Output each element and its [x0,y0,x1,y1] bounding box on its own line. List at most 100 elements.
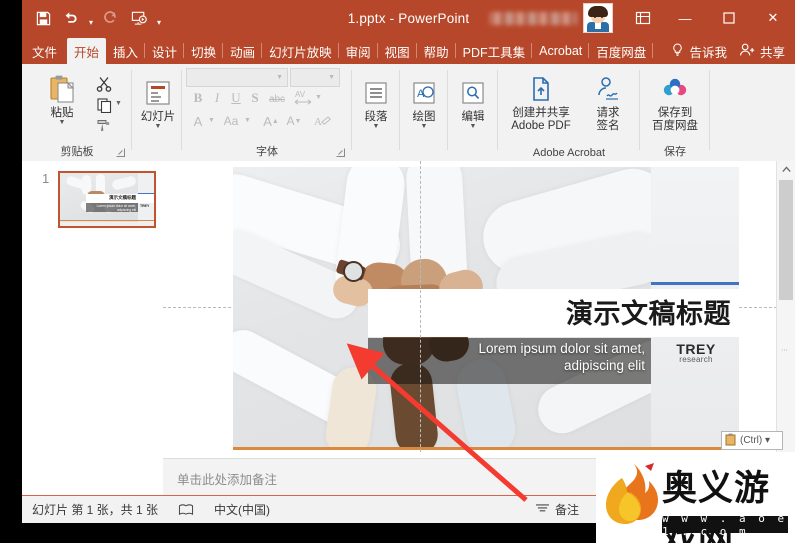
clear-formatting-button[interactable]: A [312,112,332,130]
new-slide-dropdown-icon[interactable]: ▼ [155,123,162,130]
character-spacing-button[interactable]: AV [292,88,314,106]
drawing-icon: A [407,76,441,110]
paragraph-dropdown-icon[interactable]: ▼ [373,123,380,130]
paragraph-button[interactable]: 段落 ▼ [356,76,396,130]
undo-icon[interactable] [58,6,84,30]
slide-editing-pane[interactable]: 演示文稿标题 Lorem ipsum dolor sit amet, adipi… [163,161,777,496]
text-shadow-button[interactable]: S [247,90,263,106]
maximize-button[interactable] [707,0,751,36]
create-pdf-icon [524,72,558,106]
paragraph-icon [359,76,393,110]
work-area: 1 演示文稿标题 Lorem ipsum dolor sit amet, adi… [22,161,795,496]
tell-me-box[interactable]: 告诉我 [663,38,735,64]
tab-2[interactable]: 插入 [106,38,146,64]
slideshow-icon[interactable] [126,6,152,30]
request-signature-button[interactable]: 请求 签名 [582,72,634,132]
new-slide-label: 幻灯片 [140,111,176,123]
thumbnail-number: 1 [42,171,50,186]
font-size-box[interactable]: ▼ [290,68,340,87]
editing-dropdown-icon[interactable]: ▼ [470,123,477,130]
ribbon: 粘贴 ▼ ▼ 剪贴板 幻灯片 ▼ ▼ ▼ B I U S abc AV ▼ A … [22,64,795,220]
font-name-box[interactable]: ▼ [186,68,288,87]
save-to-baidu-button[interactable]: 保存到 百度网盘 [646,72,704,132]
clipboard-dialog-launcher[interactable] [116,148,126,158]
new-slide-button[interactable]: 幻灯片 ▼ [136,76,180,130]
strikethrough-button[interactable]: abc [266,91,288,107]
undo-dropdown-icon[interactable]: ▾ [86,3,96,33]
slide-thumbnail-pane[interactable]: 1 演示文稿标题 Lorem ipsum dolor sit amet, adi… [22,161,164,495]
tab-11[interactable]: Acrobat [532,38,590,64]
close-button[interactable]: ✕ [751,0,795,36]
bold-button[interactable]: B [190,90,206,106]
customize-qat-icon[interactable]: ▾ [154,3,164,33]
notes-label: 备注 [554,503,579,517]
decrease-font-size-button[interactable]: A ▼ [285,112,303,130]
copy-dropdown-icon[interactable]: ▼ [115,100,122,107]
font-color-button[interactable]: A [190,112,206,130]
tab-0[interactable]: 文件 [22,38,67,64]
paste-button[interactable]: 粘贴 ▼ [34,72,90,126]
language-indicator[interactable]: 中文(中国) [204,496,280,523]
format-painter-icon[interactable] [94,116,114,134]
tab-4[interactable]: 切换 [184,38,224,64]
watermark-url: w w w . a o e 1 . c o m [662,511,788,538]
create-share-pdf-button[interactable]: 创建并共享 Adobe PDF [504,72,578,132]
title-bar-right: — ✕ [489,0,795,36]
avatar[interactable] [583,3,613,33]
current-slide[interactable]: 演示文稿标题 Lorem ipsum dolor sit amet, adipi… [233,167,739,452]
vertical-guide [420,161,421,452]
change-case-button[interactable]: Aa [220,112,242,130]
search-icon [456,76,490,110]
editing-button[interactable]: 编辑 ▼ [452,76,494,130]
slide-subtitle[interactable]: Lorem ipsum dolor sit amet, adipiscing e… [368,340,651,374]
slide-title[interactable]: 演示文稿标题 [566,292,731,331]
create-share-pdf-label-1: 创建并共享 [512,107,570,119]
scroll-up-icon[interactable] [777,161,795,178]
request-signature-icon [591,72,625,106]
slide-thumbnail-1[interactable]: 演示文稿标题 Lorem ipsum dolor sit amet, adipi… [58,171,156,228]
blue-accent-line [651,282,739,285]
save-icon[interactable] [30,6,56,30]
scrollbar-thumb[interactable] [779,180,793,300]
drawing-dropdown-icon[interactable]: ▼ [421,123,428,130]
flame-logo-icon [606,463,658,524]
ribbon-tabs: 文件 开始 插入 设计 切换 动画 幻灯片放映 审阅 视图 帮助 PDF工具集 Acrobat 百度网盘… [22,36,795,64]
font-group-label: 字体 [256,146,278,158]
font-color-dropdown-icon[interactable]: ▼ [208,117,215,124]
tell-me-label: 告诉我 [689,45,727,60]
notes-icon [535,502,550,517]
tab-label: PDF工具集 [462,45,526,60]
copy-icon[interactable] [94,96,114,114]
redo-icon[interactable] [98,6,124,30]
tab-3[interactable]: 设计 [145,38,185,64]
tab-10[interactable]: PDF工具集 [456,38,533,64]
character-spacing-dropdown-icon[interactable]: ▼ [315,94,322,101]
underline-button[interactable]: U [228,90,244,106]
create-share-pdf-label-2: Adobe PDF [511,120,571,132]
slide-count[interactable]: 幻灯片 第 1 张，共 1 张 [22,496,168,523]
minimize-button[interactable]: — [663,0,707,36]
font-dialog-launcher[interactable] [336,148,346,158]
tab-1[interactable]: 开始 [67,38,107,64]
accessibility-icon[interactable] [168,496,204,523]
paste-options-button[interactable]: (Ctrl) ▾ [721,431,783,450]
ribbon-group-drawing: A 绘图 ▼ [400,64,448,161]
ribbon-display-options-icon[interactable] [623,0,663,36]
tab-6[interactable]: 幻灯片放映 [262,38,339,64]
paste-dropdown-icon[interactable]: ▼ [59,119,66,126]
cut-icon[interactable] [94,74,114,94]
share-button[interactable]: 共享 [735,38,795,64]
tab-9[interactable]: 帮助 [417,38,456,64]
tab-5[interactable]: 动画 [223,38,263,64]
change-case-dropdown-icon[interactable]: ▼ [244,117,251,124]
notes-toggle[interactable]: 备注 [525,496,589,523]
tab-7[interactable]: 审阅 [339,38,378,64]
chevron-down-icon: ▼ [328,74,335,81]
ribbon-group-save: 保存到 百度网盘 保存 [640,64,710,161]
increase-font-size-button[interactable]: A ▲ [262,112,280,130]
italic-button[interactable]: I [209,90,225,106]
drawing-button[interactable]: A 绘图 ▼ [404,76,444,130]
share-label: 共享 [759,45,785,60]
tab-12[interactable]: 百度网盘 [589,38,654,64]
tab-8[interactable]: 视图 [378,38,417,64]
